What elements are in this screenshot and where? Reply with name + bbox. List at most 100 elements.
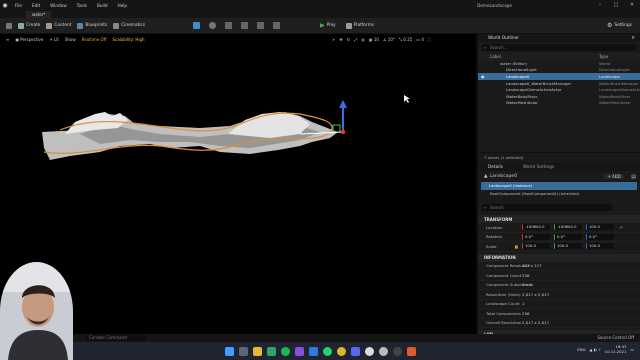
outliner-row-waterbodyriver[interactable]: WaterBodyRiver WaterBodyRiver	[478, 93, 640, 100]
information-section-header[interactable]: INFORMATION	[478, 253, 640, 262]
notification-icon[interactable]: ▭	[630, 347, 634, 352]
taskbar-whatsapp-icon[interactable]	[322, 346, 332, 356]
modeling-icon[interactable]	[257, 22, 265, 29]
blueprints-button[interactable]: Blueprints	[77, 22, 107, 29]
minimize-icon[interactable]: –	[592, 2, 608, 8]
close-icon[interactable]: ✕	[624, 2, 640, 8]
select-tool-icon[interactable]: ➤	[332, 37, 335, 42]
viewport-options-button[interactable]: ≡	[6, 37, 9, 42]
taskbar-discord-icon[interactable]	[350, 346, 360, 356]
level-viewport[interactable]	[0, 34, 476, 334]
add-component-button[interactable]: + ADD	[604, 174, 624, 179]
scale-snap-button[interactable]: ⤡ 0.25	[399, 37, 412, 42]
lock-icon[interactable]: 🔒	[514, 244, 519, 249]
details-search-placeholder: Search	[490, 205, 504, 210]
outliner-search-input[interactable]: ⌕ Search...	[482, 44, 636, 51]
details-search-input[interactable]: ⌕ Search	[482, 204, 612, 211]
menu-window[interactable]: Window	[45, 3, 72, 8]
platforms-button[interactable]: Platforms	[345, 22, 374, 29]
location-y-field[interactable]: -100800.0	[554, 224, 582, 231]
mouse-cursor-icon	[404, 95, 410, 103]
settings-button[interactable]: ⚙ Settings	[607, 22, 632, 29]
menu-tools[interactable]: Tools	[72, 3, 92, 8]
play-button[interactable]: ▶ Play	[320, 22, 336, 29]
taskbar-spotify-icon[interactable]	[280, 346, 290, 356]
scale-z-field[interactable]: 100.0	[586, 243, 614, 250]
taskbar-app2-icon[interactable]	[406, 346, 416, 356]
foliage-mode-icon[interactable]	[225, 22, 233, 29]
unreal-logo-icon[interactable]: ◉	[0, 0, 10, 10]
taskbar-obs-icon[interactable]	[392, 346, 402, 356]
outliner-row-brushmanager[interactable]: Landscape0_WaterBrushManager WaterBrushM…	[478, 80, 640, 87]
clock[interactable]: 16:47 10.11.2021	[605, 344, 627, 354]
grid-snap-button[interactable]: ▦ 10	[369, 37, 379, 42]
tab-details[interactable]: Details	[478, 165, 513, 170]
taskbar-chrome-icon[interactable]	[336, 346, 346, 356]
level-tab[interactable]: water*	[26, 11, 52, 18]
rotate-tool-icon[interactable]: ↻	[347, 37, 350, 42]
fracture-icon[interactable]	[273, 22, 281, 29]
menu-build[interactable]: Build	[92, 3, 113, 8]
lit-button[interactable]: ☀ Lit	[49, 37, 59, 42]
taskbar-app-icon[interactable]	[294, 346, 304, 356]
maximize-viewport-icon[interactable]: ⛶	[428, 37, 431, 42]
info-value: 1	[522, 301, 525, 307]
taskbar-mail-icon[interactable]	[308, 346, 318, 356]
outliner-row-directionallight[interactable]: DirectionalLight DirectionalLight	[478, 67, 640, 74]
taskbar-files-icon[interactable]	[252, 346, 262, 356]
windows-start-icon[interactable]	[224, 346, 234, 356]
visibility-eye-icon[interactable]: ◉	[481, 74, 484, 79]
language-indicator[interactable]: ENG	[577, 347, 585, 352]
column-label[interactable]: Label	[490, 54, 501, 59]
outliner-row-landscape0[interactable]: ◉ Landscape0 Landscape	[478, 73, 640, 80]
component-root-row[interactable]: RootComponent (RootComponent0) (Inherite…	[478, 190, 640, 198]
maximize-icon[interactable]: □	[608, 2, 624, 8]
close-outliner-icon[interactable]: ✕	[626, 36, 640, 41]
save-button[interactable]	[6, 22, 12, 29]
angle-snap-button[interactable]: ∠ 10°	[383, 37, 395, 42]
camera-speed-button[interactable]: ▭ 4	[416, 37, 424, 42]
rotation-z-field[interactable]: 0.0°	[586, 233, 614, 240]
location-x-field[interactable]: -100800.0	[522, 224, 550, 231]
select-mode-icon[interactable]	[193, 22, 201, 29]
column-type[interactable]: Type	[599, 54, 608, 59]
scalability-button[interactable]: Scalability: High	[112, 37, 144, 42]
perspective-button[interactable]: ▣ Perspective	[15, 37, 43, 42]
tab-world-outliner[interactable]: World Outliner	[478, 36, 529, 41]
scale-tool-icon[interactable]: ⤢	[354, 37, 357, 42]
taskbar-unreal-2-icon[interactable]	[378, 346, 388, 356]
tray-icons[interactable]: ▲ ◐ ♪	[590, 347, 601, 352]
show-button[interactable]: Show	[65, 37, 76, 42]
transform-section-header[interactable]: TRANSFORM	[478, 215, 640, 223]
taskbar-unreal-icon[interactable]	[364, 346, 374, 356]
outliner-row-watermeshactor[interactable]: WaterMeshActor WaterMeshActor	[478, 100, 640, 107]
scale-y-field[interactable]: 100.0	[554, 243, 582, 250]
menu-edit[interactable]: Edit	[27, 3, 45, 8]
move-tool-icon[interactable]: ✥	[339, 37, 342, 42]
rotation-x-field[interactable]: 0.0°	[522, 233, 550, 240]
cinematics-button[interactable]: Cinematics	[113, 22, 145, 29]
menu-file[interactable]: File	[10, 3, 27, 8]
create-button[interactable]: Create	[18, 22, 40, 29]
scale-x-field[interactable]: 100.0	[522, 243, 550, 250]
taskbar-browser-icon[interactable]	[266, 346, 276, 356]
taskbar-search-icon[interactable]	[238, 346, 248, 356]
reset-location-icon[interactable]: ↶	[620, 225, 623, 230]
console-command-input[interactable]: Console Command	[86, 335, 146, 341]
menu-help[interactable]: Help	[112, 3, 132, 8]
blueprint-icon[interactable]: ▤	[631, 174, 636, 180]
component-instance-row[interactable]: Landscape0 (Instance)	[481, 182, 637, 190]
landscape-mode-icon[interactable]	[209, 22, 217, 29]
content-button[interactable]: Content	[46, 22, 71, 29]
outliner-row-gizmo[interactable]: LandscapeGizmoActiveActor LandscapeGizmo…	[478, 86, 640, 93]
realtime-button[interactable]: Realtime Off	[82, 37, 107, 42]
create-icon	[18, 22, 24, 29]
mesh-paint-icon[interactable]	[241, 22, 249, 29]
rotation-y-field[interactable]: 0.0°	[554, 233, 582, 240]
info-key: Landscape Count	[486, 301, 520, 307]
world-local-icon[interactable]: ◍	[361, 37, 365, 42]
outliner-row-world[interactable]: water (Editor) World	[478, 60, 640, 67]
tab-world-settings[interactable]: World Settings	[513, 165, 564, 170]
source-control-status[interactable]: Source Control Off	[597, 334, 634, 342]
location-z-field[interactable]: 100.0	[586, 224, 614, 231]
